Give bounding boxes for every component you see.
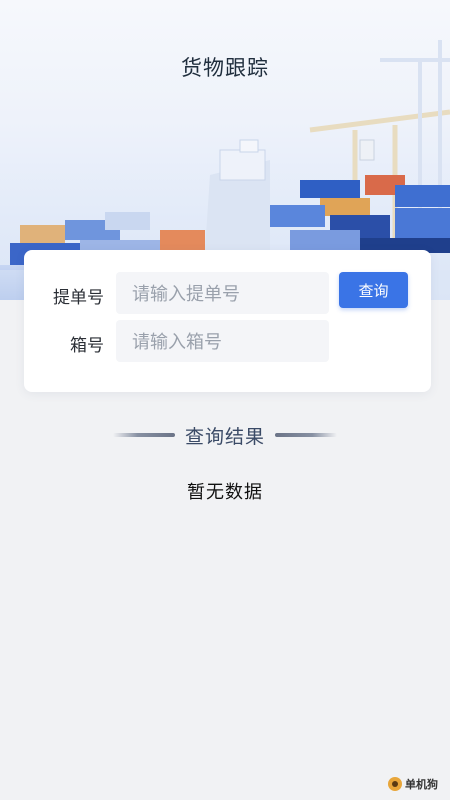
watermark: 单机狗 [388, 776, 438, 792]
query-button[interactable]: 查询 [339, 272, 408, 308]
container-number-label: 箱号 [70, 336, 104, 356]
result-header: 查询结果 [0, 420, 450, 450]
page-title: 货物跟踪 [181, 56, 269, 80]
empty-state-text: 暂无数据 [187, 482, 263, 503]
divider-line-left [112, 433, 175, 437]
bill-number-label: 提单号 [53, 288, 104, 308]
watermark-text: 单机狗 [405, 778, 438, 791]
watermark-logo-icon [388, 777, 402, 791]
bill-number-input[interactable]: 请输入提单号 [116, 272, 329, 314]
container-number-input[interactable]: 请输入箱号 [116, 320, 329, 362]
result-title: 查询结果 [184, 425, 265, 448]
divider-line-right [275, 433, 337, 437]
search-card: 提单号 请输入提单号 查询 箱号 请输入箱号 [24, 250, 431, 392]
